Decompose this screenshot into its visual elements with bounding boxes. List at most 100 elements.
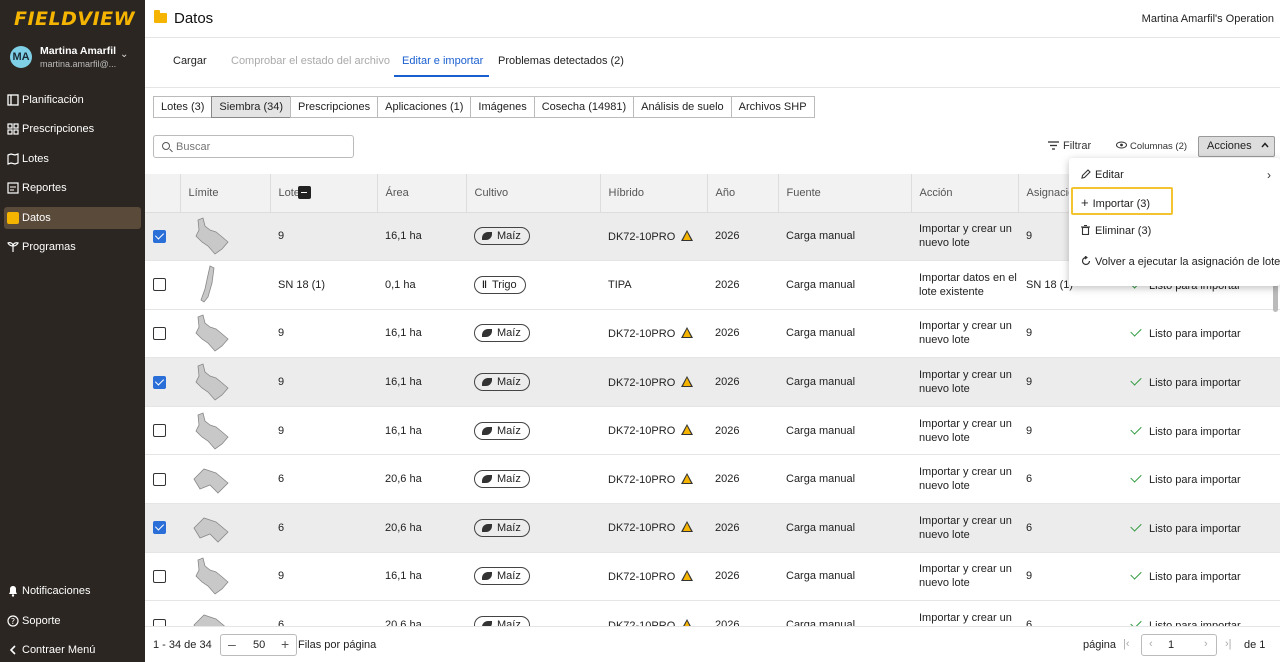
action-cell[interactable]: Importar y crear un nuevo lote — [911, 454, 1018, 505]
check-icon — [1130, 423, 1142, 435]
crop-chip[interactable]: Maíz — [474, 470, 530, 489]
sidebar-item-programas[interactable]: Programas — [4, 236, 141, 258]
assignment-cell[interactable]: 9 — [1018, 309, 1125, 359]
subtab-lotes[interactable]: Lotes (3) — [153, 96, 213, 118]
column-header[interactable]: Fuente — [778, 174, 912, 213]
assignment-cell[interactable]: 9 — [1018, 552, 1125, 602]
action-cell[interactable]: Importar y crear un nuevo lote — [911, 212, 1018, 262]
increment-button[interactable]: + — [281, 636, 289, 652]
next-page-icon[interactable]: › — [1204, 638, 1208, 650]
column-header[interactable]: Híbrido — [600, 174, 708, 213]
sidebar-item-prescripciones[interactable]: Prescripciones — [4, 118, 141, 140]
crop-chip[interactable]: Maíz — [474, 324, 530, 343]
columns-button[interactable]: Columnas (2) — [1116, 141, 1187, 152]
chevron-down-icon[interactable]: ⌄ — [120, 49, 128, 60]
assignment-cell[interactable]: 6 — [1018, 503, 1125, 553]
first-page-icon[interactable]: |‹ — [1123, 638, 1130, 650]
column-header[interactable]: Límite — [180, 174, 271, 213]
table-row[interactable]: 6 20,6 ha Maíz DK72-10PRO 2026 Carga manual Im… — [145, 454, 1280, 505]
table-row[interactable]: 6 20,6 ha Maíz DK72-10PRO 2026 Carga manual Im… — [145, 503, 1280, 553]
sidebar-item-notificaciones[interactable]: Notificaciones — [4, 580, 141, 602]
subtab-cosecha[interactable]: Cosecha (14981) — [533, 96, 635, 118]
assignment-cell[interactable]: 9 — [1018, 357, 1125, 407]
operation-name[interactable]: Martina Amarfil's Operation — [1142, 13, 1274, 25]
tab-problemas-detectados[interactable]: Problemas detectados (2) — [498, 55, 624, 67]
rows-per-page-value[interactable]: 50 — [253, 639, 265, 651]
action-cell[interactable]: Importar y crear un nuevo lote — [911, 357, 1018, 407]
crop-chip[interactable]: Maíz — [474, 616, 530, 626]
sidebar-item-datos[interactable]: Datos — [4, 207, 141, 229]
prev-page-icon[interactable]: ‹ — [1149, 638, 1153, 650]
actions-button[interactable]: Acciones — [1198, 136, 1275, 157]
decrement-button[interactable]: – — [228, 636, 236, 652]
crop-chip[interactable]: Maíz — [474, 421, 530, 440]
sidebar-item-contraer-menu[interactable]: Contraer Menú — [4, 639, 141, 661]
subtab-imagenes[interactable]: Imágenes — [470, 96, 535, 118]
assignment-cell[interactable]: 6 — [1018, 600, 1125, 626]
row-checkbox[interactable] — [153, 278, 166, 292]
action-cell[interactable]: Importar y crear un nuevo lote — [911, 600, 1018, 626]
crop-chip[interactable]: Maíz — [474, 373, 530, 392]
check-icon — [1130, 520, 1142, 532]
column-header[interactable]: Área — [377, 174, 467, 213]
row-checkbox[interactable] — [153, 326, 166, 340]
user-menu[interactable]: MA Martina Amarfil martina.amarfil@... ⌄ — [10, 44, 140, 72]
tab-editar-importar[interactable]: Editar e importar — [402, 55, 483, 67]
fieldview-logo[interactable]: FIELDVIEW — [14, 8, 135, 30]
menu-item-volver-ejecutar[interactable]: Volver a ejecutar la asignación de lote — [1081, 255, 1280, 268]
subtab-archivos-shp[interactable]: Archivos SHP — [730, 96, 815, 118]
table-row[interactable]: 9 16,1 ha Maíz DK72-10PRO 2026 Carga manual Im… — [145, 309, 1280, 359]
action-cell[interactable]: Importar y crear un nuevo lote — [911, 309, 1018, 359]
table-row[interactable]: 9 16,1 ha Maíz DK72-10PRO 2026 Carga manual Im… — [145, 357, 1280, 407]
area-cell: 16,1 ha — [377, 406, 466, 456]
action-cell[interactable]: Importar y crear un nuevo lote — [911, 406, 1018, 456]
select-all-checkbox[interactable] — [298, 186, 311, 200]
crop-chip[interactable]: Maíz — [474, 567, 530, 586]
table-row[interactable]: 6 20,6 ha Maíz DK72-10PRO 2026 Carga manual Im… — [145, 600, 1280, 626]
row-checkbox[interactable] — [153, 618, 166, 626]
row-checkbox[interactable] — [153, 472, 166, 486]
sidebar-item-planificacion[interactable]: Planificación — [4, 89, 141, 111]
user-email: martina.amarfil@... — [40, 59, 117, 69]
menu-item-eliminar[interactable]: Eliminar (3) — [1081, 225, 1151, 237]
column-header[interactable]: Acción — [911, 174, 1019, 213]
page-number[interactable]: 1 — [1168, 639, 1174, 651]
area-cell: 20,6 ha — [377, 600, 466, 626]
action-cell[interactable]: Importar datos en el lote existente — [911, 260, 1018, 310]
row-checkbox[interactable] — [153, 521, 166, 535]
row-checkbox[interactable] — [153, 424, 166, 438]
last-page-icon[interactable]: ›| — [1225, 638, 1232, 650]
assignment-cell[interactable]: 9 — [1018, 406, 1125, 456]
crop-chip[interactable]: Maíz — [474, 227, 530, 246]
subtab-prescripciones[interactable]: Prescripciones — [290, 96, 379, 118]
hybrid-label: TIPA — [608, 278, 632, 291]
status-text: Listo para importar — [1149, 522, 1241, 535]
filter-button[interactable]: Filtrar — [1048, 140, 1091, 152]
action-cell[interactable]: Importar y crear un nuevo lote — [911, 552, 1018, 602]
subtab-siembra[interactable]: Siembra (34) — [211, 96, 291, 118]
check-icon — [1130, 568, 1142, 581]
column-header[interactable]: Cultivo — [466, 174, 601, 213]
source-cell: Carga manual — [778, 454, 911, 505]
crop-chip[interactable]: ǁ Trigo — [474, 275, 526, 294]
column-header[interactable]: Año — [707, 174, 779, 213]
status-text: Listo para importar — [1149, 328, 1241, 341]
sidebar-item-reportes[interactable]: Reportes — [4, 177, 141, 199]
source-cell: Carga manual — [778, 552, 911, 602]
crop-chip[interactable]: Maíz — [474, 518, 530, 537]
menu-item-editar[interactable]: Editar — [1081, 169, 1124, 181]
sidebar-item-lotes[interactable]: Lotes — [4, 148, 141, 170]
assignment-cell[interactable]: 6 — [1018, 454, 1125, 505]
row-checkbox[interactable] — [153, 375, 166, 389]
sidebar-item-soporte[interactable]: ? Soporte — [4, 610, 141, 632]
subtab-analisis-suelo[interactable]: Análisis de suelo — [633, 96, 732, 118]
row-checkbox[interactable] — [153, 229, 166, 243]
tab-cargar[interactable]: Cargar — [173, 55, 207, 67]
row-checkbox[interactable] — [153, 569, 166, 583]
subtab-aplicaciones[interactable]: Aplicaciones (1) — [377, 96, 472, 118]
action-cell[interactable]: Importar y crear un nuevo lote — [911, 503, 1018, 553]
search-input[interactable] — [176, 139, 346, 154]
table-row[interactable]: 9 16,1 ha Maíz DK72-10PRO 2026 Carga manual Im… — [145, 406, 1280, 456]
table-row[interactable]: 9 16,1 ha Maíz DK72-10PRO 2026 Carga manual Im… — [145, 552, 1280, 602]
column-header[interactable]: Lote — [270, 174, 378, 213]
